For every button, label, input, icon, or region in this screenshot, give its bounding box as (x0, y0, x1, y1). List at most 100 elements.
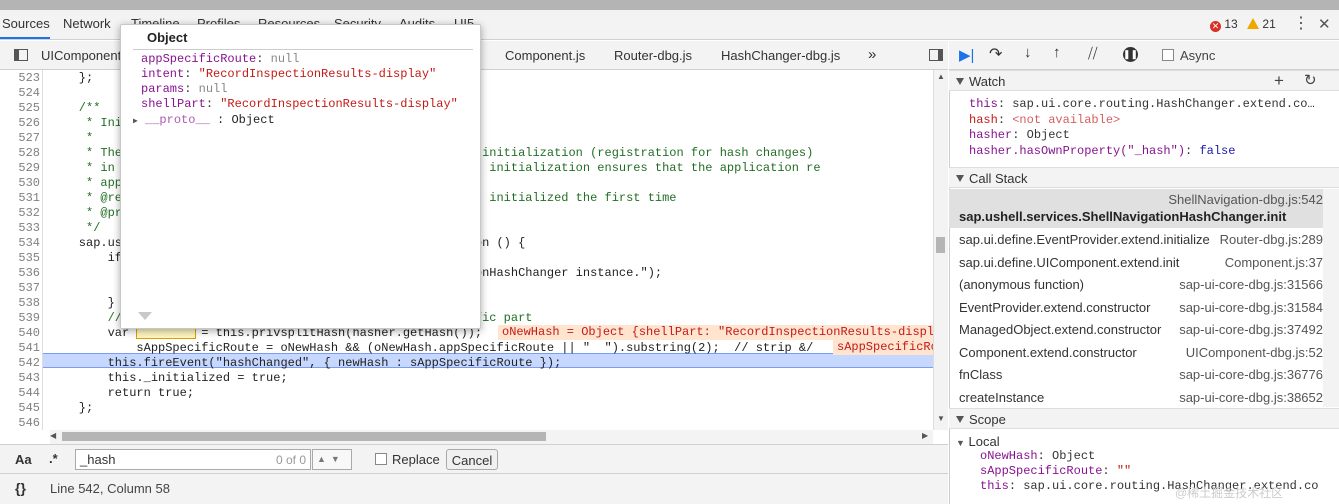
line-number[interactable]: 542 (0, 356, 40, 370)
line-number[interactable]: 536 (0, 266, 40, 280)
watch-expression[interactable]: hash: <not available> (969, 113, 1319, 127)
match-count: 0 of 0 (275, 453, 306, 467)
callstack-top-frame[interactable]: ShellNavigation-dbg.js:542 sap.ushell.se… (949, 189, 1323, 228)
scope-title: Scope (969, 412, 1006, 427)
tab-network[interactable]: Network (63, 16, 111, 31)
callstack-top-function: sap.ushell.services.ShellNavigationHashC… (959, 209, 1287, 224)
search-prev-next-buttons[interactable]: ▲ ▼ (312, 449, 352, 470)
step-out-icon[interactable]: ↑ (1053, 44, 1061, 61)
line-number[interactable]: 523 (0, 71, 40, 85)
deactivate-breakpoints-icon[interactable]: ⧸⧸ (1088, 45, 1098, 62)
line-number[interactable]: 528 (0, 146, 40, 160)
resume-icon[interactable]: ▶| (959, 46, 974, 64)
editor-tab-hashchanger[interactable]: HashChanger-dbg.js (721, 48, 840, 63)
refresh-icon[interactable]: ↻ (1304, 71, 1317, 89)
close-icon[interactable]: ✕ (1318, 15, 1331, 33)
watch-section-header[interactable]: Watch + ↻ (949, 70, 1339, 91)
line-number[interactable]: 533 (0, 221, 40, 235)
replace-label: Replace (392, 452, 440, 467)
line-number[interactable]: 546 (0, 416, 40, 430)
sidebar-scrollbar[interactable] (1323, 189, 1339, 407)
frame-location: sap-ui-core-dbg.js:31566 (1179, 277, 1323, 292)
async-checkbox[interactable] (1162, 49, 1174, 61)
callstack-frame[interactable]: fnClass sap-ui-core-dbg.js:36776 (949, 363, 1323, 386)
scope-variable[interactable]: sAppSpecificRoute: "" (980, 464, 1330, 478)
code-line: this.fireEvent("hashChanged", { newHash … (50, 356, 562, 370)
callstack-frame[interactable]: sap.ui.define.UIComponent.extend.init Com… (949, 251, 1323, 274)
property-key: intent (141, 67, 185, 81)
callstack-frame[interactable]: ManagedObject.extend.constructor sap-ui-c… (949, 318, 1323, 341)
frame-function: fnClass (959, 367, 1003, 382)
vertical-scroll-thumb[interactable] (936, 237, 945, 253)
property-key: params (141, 82, 185, 96)
watch-expression[interactable]: ▶this: sap.ui.core.routing.HashChanger.e… (969, 97, 1319, 111)
line-number[interactable]: 544 (0, 386, 40, 400)
property-value: "RecordInspectionResults-display" (220, 97, 458, 111)
callstack-frame[interactable]: Component.extend.constructor UIComponent-… (949, 341, 1323, 364)
callstack-frame[interactable]: (anonymous function) sap-ui-core-dbg.js:3… (949, 273, 1323, 296)
line-number[interactable]: 541 (0, 341, 40, 355)
expand-triangle-icon: ▶ (133, 117, 138, 126)
callstack-section-header[interactable]: Call Stack (949, 167, 1339, 188)
add-watch-icon[interactable]: + (1274, 71, 1284, 91)
line-number[interactable]: 545 (0, 401, 40, 415)
line-number[interactable]: 530 (0, 176, 40, 190)
scope-section-header[interactable]: Scope (949, 408, 1339, 429)
line-number[interactable]: 540 (0, 326, 40, 340)
line-number[interactable]: 526 (0, 116, 40, 130)
object-popover[interactable]: Object appSpecificRoute: null intent: "Re… (120, 24, 481, 329)
line-number[interactable]: 538 (0, 296, 40, 310)
popover-proto-row[interactable]: ▶ __proto__ : Object (133, 113, 275, 127)
watch-expression[interactable]: hasher.hasOwnProperty("_hash"): false (969, 144, 1319, 158)
line-number[interactable]: 529 (0, 161, 40, 175)
step-over-icon[interactable]: ↷ (989, 44, 1002, 64)
callstack-frame[interactable]: EventProvider.extend.constructor sap-ui-c… (949, 296, 1323, 319)
line-number[interactable]: 525 (0, 101, 40, 115)
search-input[interactable]: _hash 0 of 0 (75, 449, 311, 470)
line-number[interactable]: 537 (0, 281, 40, 295)
tab-sources[interactable]: Sources (2, 16, 50, 31)
editor-tab-router[interactable]: Router-dbg.js (614, 48, 692, 63)
toggle-debugger-icon[interactable] (929, 49, 943, 61)
line-number[interactable]: 543 (0, 371, 40, 385)
editor-tab-component[interactable]: Component.js (505, 48, 585, 63)
editor-tab-uicomponent[interactable]: UIComponent (41, 48, 121, 63)
status-bar: {} Line 542, Column 58 (0, 473, 948, 504)
code-line: }; (50, 71, 94, 85)
frame-location: Component.js:37 (1224, 254, 1323, 270)
callstack-frame[interactable]: createInstance sap-ui-core-dbg.js:38652 (949, 386, 1323, 409)
popover-property: shellPart: "RecordInspectionResults-disp… (141, 97, 458, 111)
toggle-navigator-icon[interactable] (14, 49, 28, 61)
cancel-button[interactable]: Cancel (446, 449, 498, 470)
line-number[interactable]: 532 (0, 206, 40, 220)
scope-variable[interactable]: ▶oNewHash: Object (980, 449, 1330, 463)
warning-count: 21 (1262, 17, 1276, 31)
pause-on-exceptions-icon[interactable]: ❚❚ (1123, 47, 1138, 62)
match-case-toggle[interactable]: Aa (15, 452, 32, 467)
callstack-frame[interactable]: sap.ui.define.EventProvider.extend.initi… (949, 228, 1323, 251)
horizontal-scroll-thumb[interactable] (62, 432, 546, 441)
frame-function: Component.extend.constructor (959, 344, 1137, 360)
line-number[interactable]: 535 (0, 251, 40, 265)
proto-key: __proto__ (145, 113, 210, 127)
replace-checkbox[interactable] (375, 453, 387, 465)
expand-triangle-icon: ▼ (956, 438, 965, 448)
code-line: /** (50, 101, 101, 115)
code-line: this._initialized = true; (50, 371, 288, 385)
more-tabs-button[interactable]: » (868, 46, 876, 63)
scope-local[interactable]: ▼ Local (956, 434, 1000, 449)
step-into-icon[interactable]: ↓ (1024, 44, 1032, 61)
line-number[interactable]: 531 (0, 191, 40, 205)
line-number[interactable]: 539 (0, 311, 40, 325)
code-line: * (50, 131, 94, 145)
pretty-print-button[interactable]: {} (15, 480, 26, 496)
frame-location: sap-ui-core-dbg.js:36776 (1179, 367, 1323, 382)
more-menu-icon[interactable]: ⋮ (1293, 15, 1309, 35)
line-number[interactable]: 527 (0, 131, 40, 145)
console-counts[interactable]: ✕ 13 21 (1210, 17, 1276, 32)
regex-toggle[interactable]: .* (49, 451, 58, 466)
search-bar: Aa .* _hash 0 of 0 ▲ ▼ Replace Cancel (0, 444, 948, 473)
line-number[interactable]: 534 (0, 236, 40, 250)
line-number[interactable]: 524 (0, 86, 40, 100)
watch-expression[interactable]: ▶hasher: Object (969, 128, 1319, 142)
